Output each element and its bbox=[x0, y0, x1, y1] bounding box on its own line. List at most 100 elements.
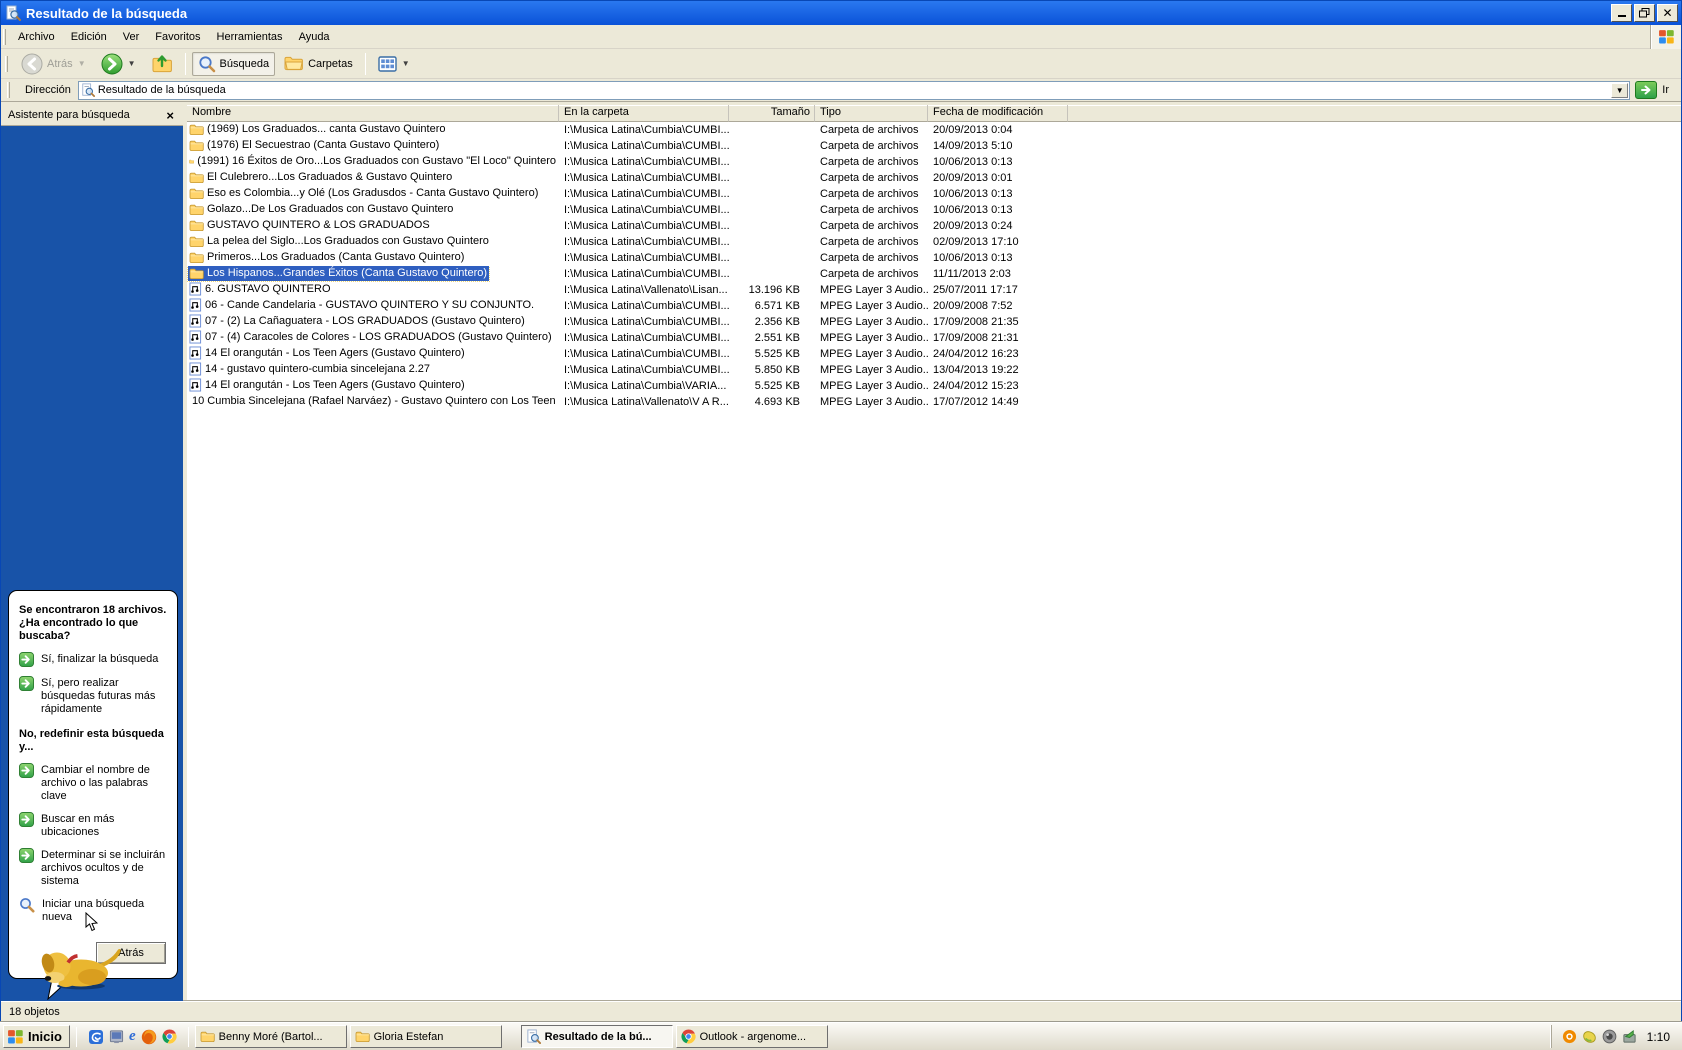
search-option[interactable]: Determinar si se incluirán archivos ocul… bbox=[19, 848, 168, 888]
table-row[interactable]: (1969) Los Graduados... canta Gustavo Qu… bbox=[187, 122, 1681, 138]
folder-item[interactable]: GUSTAVO QUINTERO & LOS GRADUADOS bbox=[188, 218, 432, 233]
audio-item[interactable]: 6. GUSTAVO QUINTERO bbox=[188, 281, 333, 297]
table-row[interactable]: Eso es Colombia...y Olé (Los Gradusdos -… bbox=[187, 186, 1681, 202]
go-label[interactable]: Ir bbox=[1662, 84, 1669, 96]
close-button[interactable]: ✕ bbox=[1657, 4, 1678, 22]
menubar-grip[interactable] bbox=[3, 29, 6, 45]
column-header-tamano[interactable]: Tamaño bbox=[729, 105, 815, 122]
audio-file-icon bbox=[189, 378, 202, 392]
address-input[interactable]: Resultado de la búsqueda ▼ bbox=[78, 81, 1630, 100]
column-header-tipo[interactable]: Tipo bbox=[815, 105, 928, 122]
tray-green-icon[interactable] bbox=[1622, 1029, 1637, 1044]
audio-item[interactable]: 14 - gustavo quintero-cumbia sincelejana… bbox=[188, 361, 432, 377]
column-header-fecha[interactable]: Fecha de modificación bbox=[928, 105, 1068, 122]
tray-gray-icon[interactable] bbox=[1602, 1029, 1617, 1044]
search-button[interactable]: Búsqueda bbox=[192, 52, 276, 76]
table-row[interactable]: 6. GUSTAVO QUINTEROI:\Musica Latina\Vall… bbox=[187, 282, 1681, 298]
quick-launch-firefox-icon[interactable] bbox=[141, 1029, 157, 1045]
tray-orange-icon[interactable] bbox=[1562, 1029, 1577, 1044]
taskbar-clock[interactable]: 1:10 bbox=[1647, 1030, 1670, 1044]
menu-herramientas[interactable]: Herramientas bbox=[209, 29, 291, 45]
taskbar-task[interactable]: Resultado de la bú... bbox=[521, 1025, 673, 1048]
views-button[interactable]: ▼ bbox=[372, 53, 416, 75]
audio-item[interactable]: 07 - (4) Caracoles de Colores - LOS GRAD… bbox=[188, 329, 554, 345]
up-button[interactable] bbox=[145, 51, 179, 77]
table-row[interactable]: GUSTAVO QUINTERO & LOS GRADUADOSI:\Music… bbox=[187, 218, 1681, 234]
taskbar-task[interactable]: Gloria Estefan bbox=[350, 1025, 502, 1048]
tray-yellow-icon[interactable] bbox=[1582, 1029, 1597, 1044]
back-button[interactable]: Atrás ▼ bbox=[15, 50, 92, 78]
titlebar[interactable]: Resultado de la búsqueda ✕ bbox=[1, 1, 1681, 25]
folder-item[interactable]: Primeros...Los Graduados (Canta Gustavo … bbox=[188, 250, 466, 265]
taskbar: Inicio e Benny Moré (Bartol...Gloria Est… bbox=[0, 1022, 1682, 1050]
table-row[interactable]: (1991) 16 Éxitos de Oro...Los Graduados … bbox=[187, 154, 1681, 170]
folders-button[interactable]: Carpetas bbox=[278, 52, 359, 75]
minimize-button[interactable] bbox=[1611, 4, 1632, 22]
search-option[interactable]: Buscar en más ubicaciones bbox=[19, 812, 168, 839]
file-folder-cell: I:\Musica Latina\Cumbia\CUMBI... bbox=[559, 364, 729, 376]
folder-icon bbox=[189, 251, 204, 264]
menu-ver[interactable]: Ver bbox=[115, 29, 148, 45]
folder-item[interactable]: Golazo...De Los Graduados con Gustavo Qu… bbox=[188, 202, 455, 217]
table-row[interactable]: 07 - (2) La Cañaguatera - LOS GRADUADOS … bbox=[187, 314, 1681, 330]
restore-button[interactable] bbox=[1634, 4, 1655, 22]
folder-item[interactable]: Eso es Colombia...y Olé (Los Gradusdos -… bbox=[188, 186, 540, 201]
column-header-carpeta[interactable]: En la carpeta bbox=[559, 105, 729, 122]
audio-item[interactable]: 14 El orangután - Los Teen Agers (Gustav… bbox=[188, 377, 467, 393]
table-row[interactable]: 14 - gustavo quintero-cumbia sincelejana… bbox=[187, 362, 1681, 378]
start-button[interactable]: Inicio bbox=[3, 1025, 70, 1048]
taskbar-task[interactable]: Benny Moré (Bartol... bbox=[195, 1025, 347, 1048]
audio-item[interactable]: 14 El orangután - Los Teen Agers (Gustav… bbox=[188, 345, 467, 361]
search-option[interactable]: Sí, pero realizar búsquedas futuras más … bbox=[19, 676, 168, 716]
audio-item[interactable]: 07 - (2) La Cañaguatera - LOS GRADUADOS … bbox=[188, 313, 527, 329]
table-row[interactable]: El Culebrero...Los Graduados & Gustavo Q… bbox=[187, 170, 1681, 186]
panel-close-icon[interactable]: × bbox=[164, 110, 176, 121]
go-button[interactable] bbox=[1635, 81, 1657, 99]
table-row[interactable]: 10 Cumbia Sincelejana (Rafael Narváez) -… bbox=[187, 394, 1681, 410]
table-row[interactable]: Los Hispanos...Grandes Éxitos (Canta Gus… bbox=[187, 266, 1681, 282]
table-row[interactable]: Primeros...Los Graduados (Canta Gustavo … bbox=[187, 250, 1681, 266]
file-folder-cell: I:\Musica Latina\Cumbia\CUMBI... bbox=[559, 188, 729, 200]
quick-launch-app-icon[interactable] bbox=[88, 1029, 104, 1045]
quick-launch-messenger-icon[interactable] bbox=[109, 1029, 124, 1044]
folder-item[interactable]: (1969) Los Graduados... canta Gustavo Qu… bbox=[188, 122, 447, 137]
menu-ayuda[interactable]: Ayuda bbox=[291, 29, 338, 45]
taskbar-task[interactable]: Outlook - argenome... bbox=[676, 1025, 828, 1048]
folder-item[interactable]: (1991) 16 Éxitos de Oro...Los Graduados … bbox=[188, 154, 558, 169]
task-label: Resultado de la bú... bbox=[545, 1031, 652, 1043]
table-row[interactable]: 07 - (4) Caracoles de Colores - LOS GRAD… bbox=[187, 330, 1681, 346]
menu-archivo[interactable]: Archivo bbox=[10, 29, 63, 45]
folder-item[interactable]: Los Hispanos...Grandes Éxitos (Canta Gus… bbox=[188, 266, 489, 281]
table-row[interactable]: 14 El orangután - Los Teen Agers (Gustav… bbox=[187, 378, 1681, 394]
table-row[interactable]: Golazo...De Los Graduados con Gustavo Qu… bbox=[187, 202, 1681, 218]
tray-icon[interactable] bbox=[1622, 1029, 1637, 1044]
folder-item[interactable]: (1976) El Secuestrao (Canta Gustavo Quin… bbox=[188, 138, 441, 153]
forward-button[interactable]: ▼ bbox=[95, 50, 142, 78]
menu-favoritos[interactable]: Favoritos bbox=[147, 29, 208, 45]
quick-launch-chrome-icon[interactable] bbox=[162, 1029, 177, 1044]
menu-edicion[interactable]: Edición bbox=[63, 29, 115, 45]
file-name-cell: Golazo...De Los Graduados con Gustavo Qu… bbox=[187, 202, 559, 219]
table-row[interactable]: 14 El orangután - Los Teen Agers (Gustav… bbox=[187, 346, 1681, 362]
quick-launch-ie-icon[interactable]: e bbox=[129, 1029, 136, 1044]
folder-item[interactable]: El Culebrero...Los Graduados & Gustavo Q… bbox=[188, 170, 454, 185]
folder-item[interactable]: La pelea del Siglo...Los Graduados con G… bbox=[188, 234, 491, 249]
audio-item[interactable]: 06 - Cande Candelaria - GUSTAVO QUINTERO… bbox=[188, 297, 536, 313]
audio-item[interactable]: 10 Cumbia Sincelejana (Rafael Narváez) -… bbox=[188, 393, 558, 409]
file-type-cell: Carpeta de archivos bbox=[815, 172, 928, 184]
file-date-cell: 24/04/2012 16:23 bbox=[928, 348, 1068, 360]
table-row[interactable]: (1976) El Secuestrao (Canta Gustavo Quin… bbox=[187, 138, 1681, 154]
tray-icon[interactable] bbox=[1602, 1029, 1617, 1044]
address-dropdown-button[interactable]: ▼ bbox=[1611, 83, 1628, 98]
table-row[interactable]: 06 - Cande Candelaria - GUSTAVO QUINTERO… bbox=[187, 298, 1681, 314]
search-dog-mascot[interactable] bbox=[35, 933, 127, 991]
option-label: Determinar si se incluirán archivos ocul… bbox=[41, 848, 168, 888]
addressbar-grip[interactable] bbox=[7, 82, 10, 98]
search-option[interactable]: Cambiar el nombre de archivo o las palab… bbox=[19, 763, 168, 803]
column-header-nombre[interactable]: Nombre bbox=[187, 105, 559, 122]
search-option[interactable]: Sí, finalizar la búsqueda bbox=[19, 652, 168, 667]
tray-icon[interactable] bbox=[1582, 1029, 1597, 1044]
toolbar-grip[interactable] bbox=[5, 56, 8, 72]
table-row[interactable]: La pelea del Siglo...Los Graduados con G… bbox=[187, 234, 1681, 250]
tray-icon[interactable] bbox=[1562, 1029, 1577, 1044]
